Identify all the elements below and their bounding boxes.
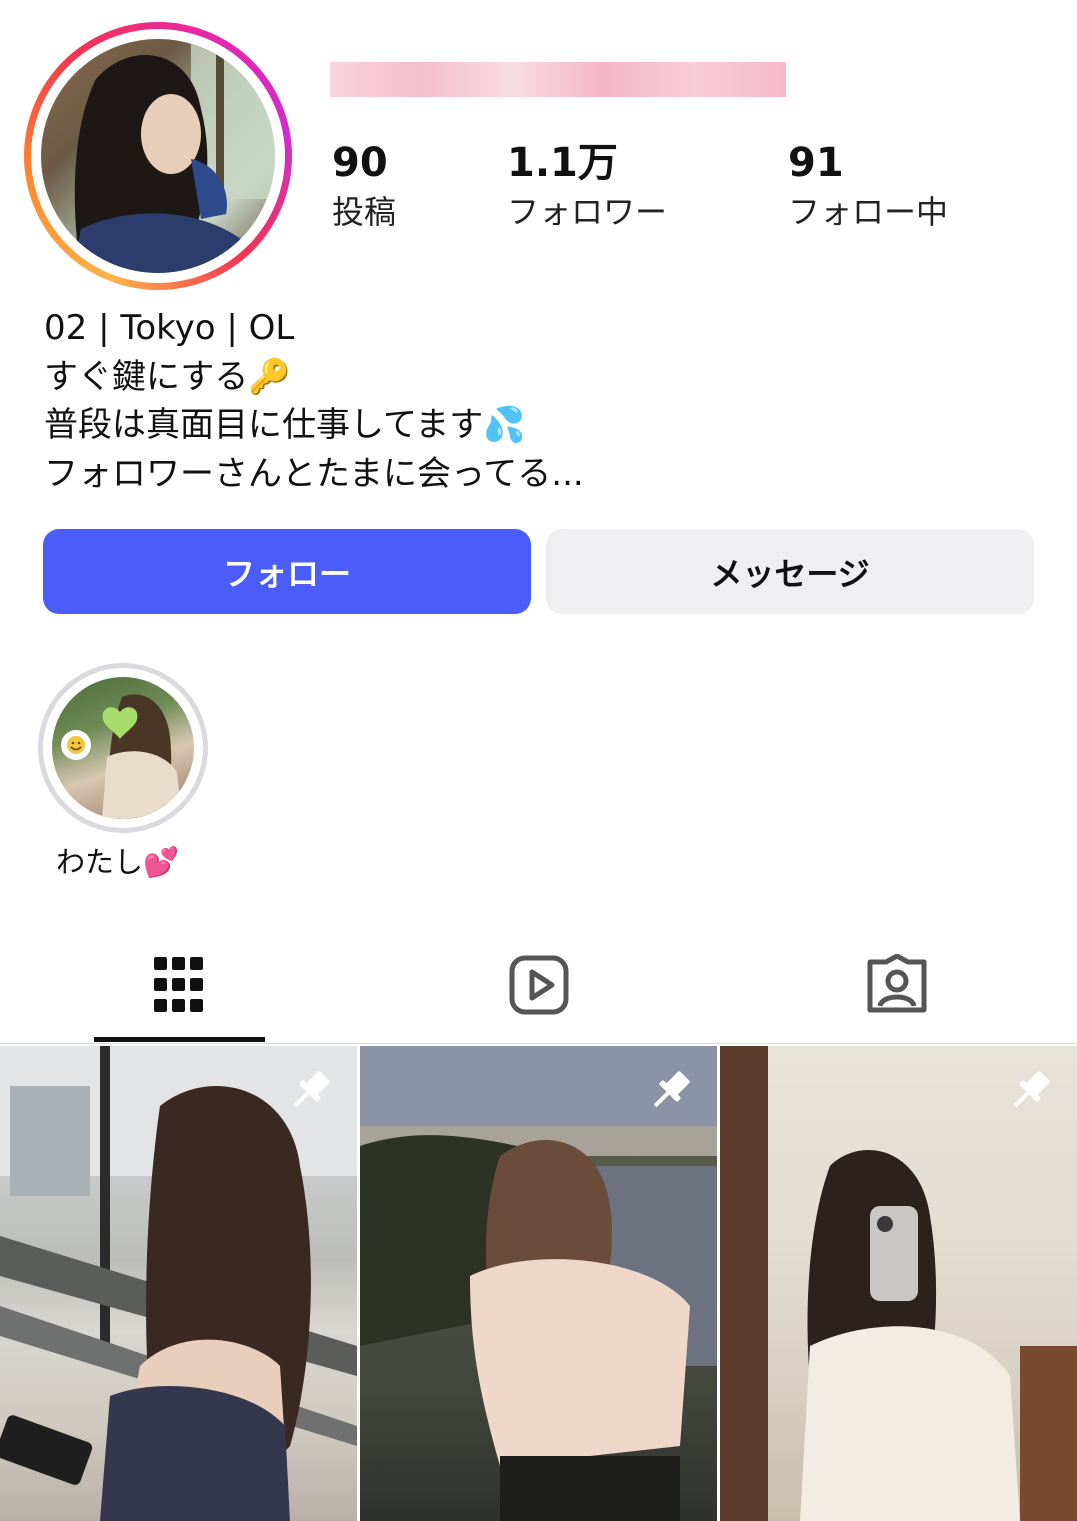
stat-following[interactable]: 91 フォロー中	[788, 140, 948, 234]
tagged-icon	[867, 953, 927, 1013]
profile-avatar	[41, 39, 275, 273]
stat-following-count: 91	[788, 140, 844, 186]
profile-screen: 90 投稿 1.1万 フォロワー 91 フォロー中 02 | Tokyo | O…	[0, 0, 1077, 1521]
stat-following-label: フォロー中	[788, 193, 949, 231]
post-image	[720, 1046, 1077, 1521]
pinned-icon	[653, 1071, 690, 1108]
tab-posts-grid[interactable]	[150, 954, 208, 1020]
stat-posts-count: 90	[332, 140, 388, 186]
stat-followers-count: 1.1万	[507, 140, 618, 186]
stat-posts[interactable]: 90 投稿	[332, 140, 396, 234]
stat-posts-label: 投稿	[332, 193, 397, 231]
story-highlight-cover	[52, 677, 194, 819]
active-tab-indicator	[94, 1037, 265, 1042]
pinned-icon	[293, 1071, 330, 1108]
stat-followers[interactable]: 1.1万 フォロワー	[507, 140, 667, 234]
username-redacted	[330, 62, 786, 97]
tab-tagged[interactable]	[866, 953, 928, 1020]
bio-line: 普段は真面目に仕事してます💦	[44, 405, 526, 445]
post-image	[360, 1046, 717, 1521]
story-highlight[interactable]	[38, 663, 208, 833]
post-image	[0, 1046, 357, 1521]
message-button[interactable]: メッセージ	[546, 529, 1034, 614]
pinned-icon	[1013, 1071, 1050, 1108]
story-highlight-label: わたし💕	[56, 845, 180, 879]
bio-line: すぐ鍵にする🔑	[44, 356, 291, 397]
tab-reels[interactable]	[508, 954, 570, 1020]
grid-icon	[154, 957, 203, 1012]
grid-post[interactable]	[360, 1046, 717, 1521]
reels-icon	[509, 955, 569, 1015]
follow-button[interactable]: フォロー	[43, 529, 531, 614]
bio-line: フォロワーさんとたまに会ってる...	[44, 453, 584, 494]
grid-post[interactable]	[0, 1046, 357, 1521]
profile-avatar-story-ring[interactable]	[24, 22, 292, 290]
profile-bio: 02 | Tokyo | OL すぐ鍵にする🔑 普段は真面目に仕事してます💦 フ…	[44, 304, 1024, 498]
grid-post[interactable]	[720, 1046, 1077, 1521]
bio-line: 02 | Tokyo | OL	[44, 308, 295, 348]
stat-followers-label: フォロワー	[507, 193, 668, 231]
tab-divider	[0, 1043, 1077, 1044]
